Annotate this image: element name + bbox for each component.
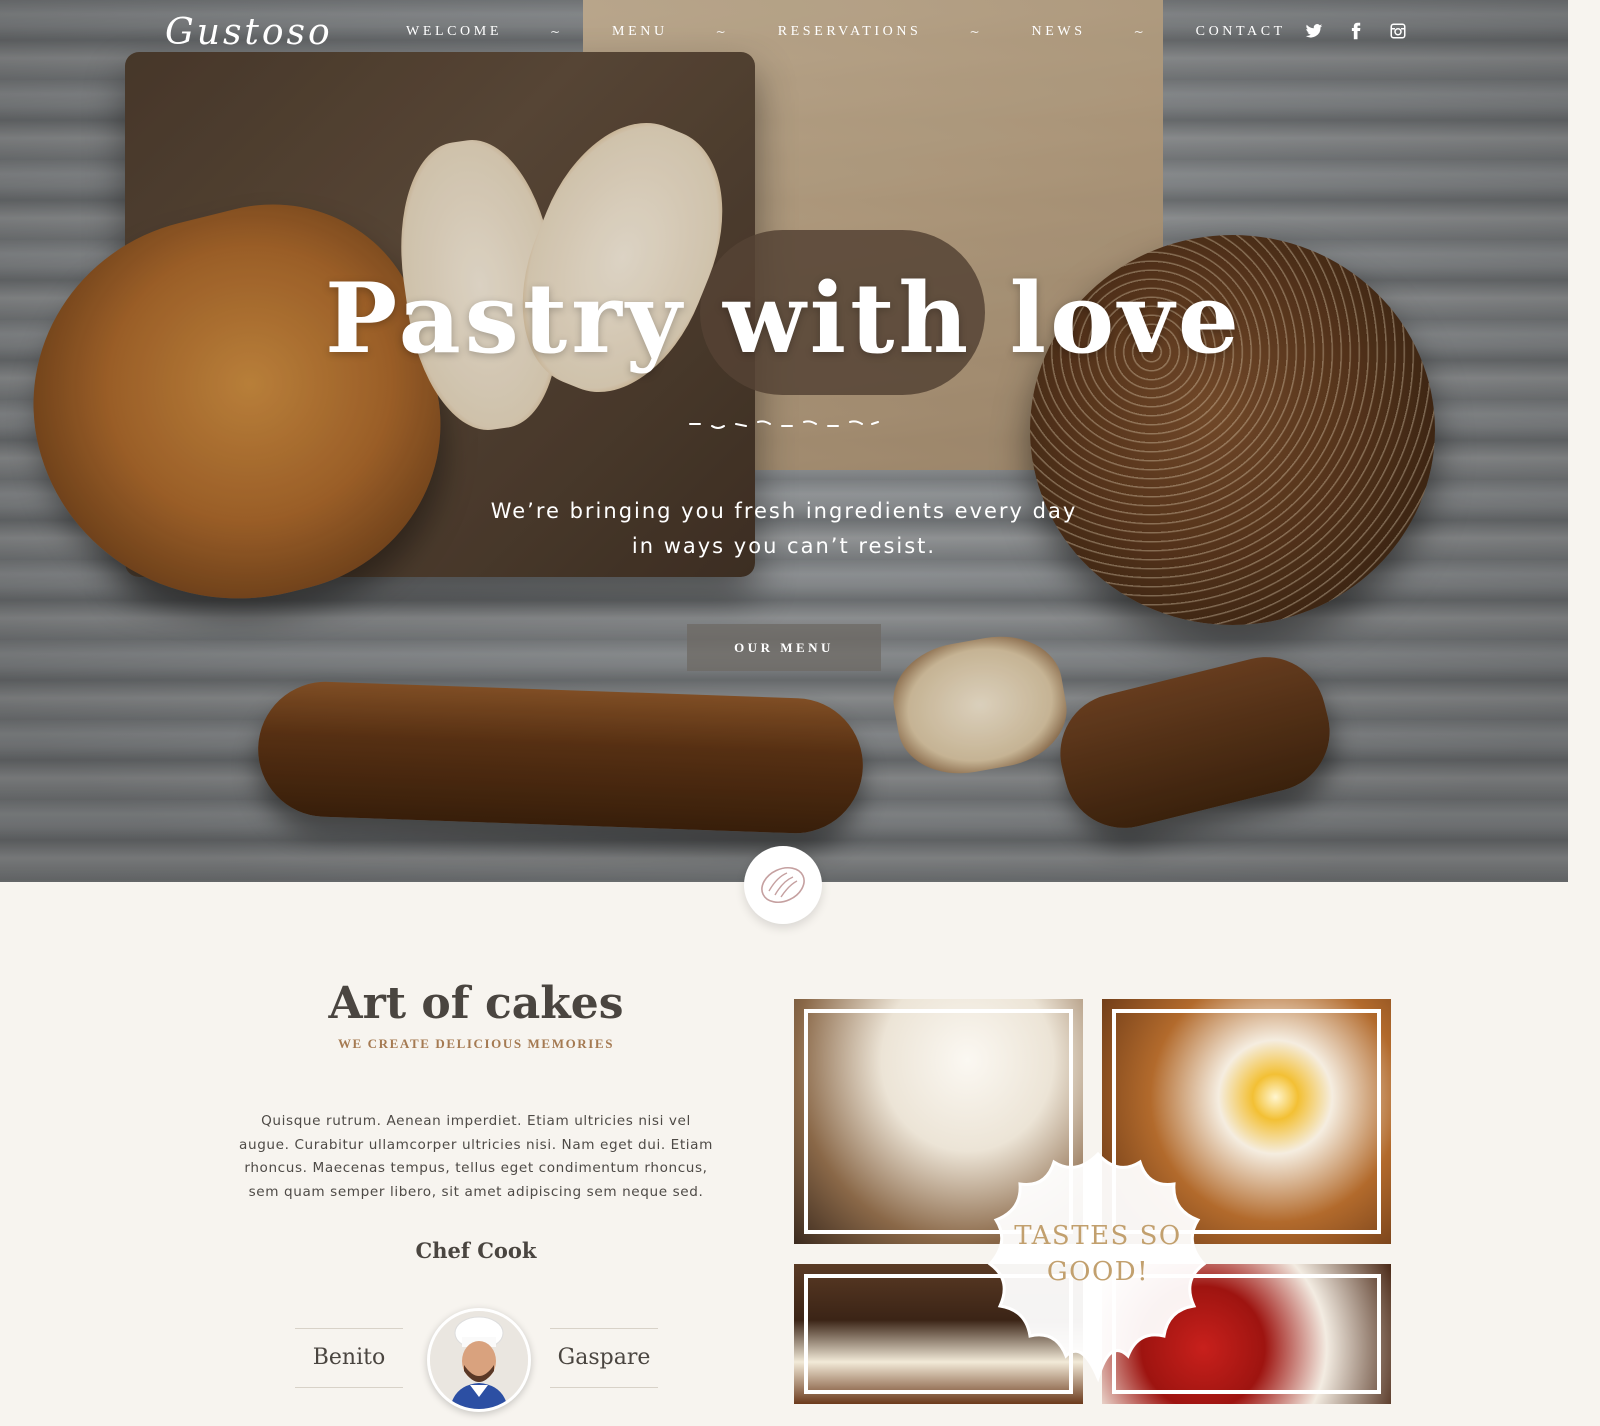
hero-divider-ornament [689,420,879,429]
tastes-badge-text: TASTES SO GOOD! [1014,1221,1182,1287]
social-links [1305,22,1407,46]
nav-item-menu[interactable]: MENU [612,24,668,40]
hero-overlay [0,0,1568,882]
section-title: Art of cakes [328,978,624,1029]
nav-separator: ~ [1133,25,1144,39]
nav-item-welcome[interactable]: WELCOME [406,24,502,40]
facebook-icon[interactable] [1347,22,1365,46]
nav-separator: ~ [549,25,561,39]
top-navigation: Gustoso WELCOME ~ MENU ~ RESERVATIONS ~ … [0,0,1568,68]
our-menu-button[interactable]: OUR MENU [687,624,881,671]
nav-item-reservations[interactable]: RESERVATIONS [778,24,922,40]
chef-last-name: Gaspare [550,1328,658,1388]
nav-separator: ~ [715,25,726,39]
hero-headline: Pastry with love [324,262,1243,375]
section-subtitle: WE CREATE DELICIOUS MEMORIES [337,1036,615,1051]
hero-section: Gustoso WELCOME ~ MENU ~ RESERVATIONS ~ … [0,0,1568,882]
bread-icon-badge [744,846,822,924]
chef-avatar [427,1308,531,1412]
main-menu: WELCOME ~ MENU ~ RESERVATIONS ~ NEWS ~ C… [406,24,1286,40]
twitter-icon[interactable] [1305,22,1323,46]
instagram-icon[interactable] [1389,22,1407,46]
hero-subline: We’re bringing you fresh ingredients eve… [490,499,1078,558]
nav-separator: ~ [969,25,980,39]
brand-logo[interactable]: Gustoso [165,12,333,53]
nav-item-news[interactable]: NEWS [1032,24,1086,40]
chef-heading: Chef Cook [415,1238,537,1263]
section-body-text: Quisque rutrum. Aenean imperdiet. Etiam … [239,1113,713,1200]
chef-first-name: Benito [295,1328,403,1388]
bread-icon [761,866,805,904]
nav-item-contact[interactable]: CONTACT [1196,24,1286,40]
